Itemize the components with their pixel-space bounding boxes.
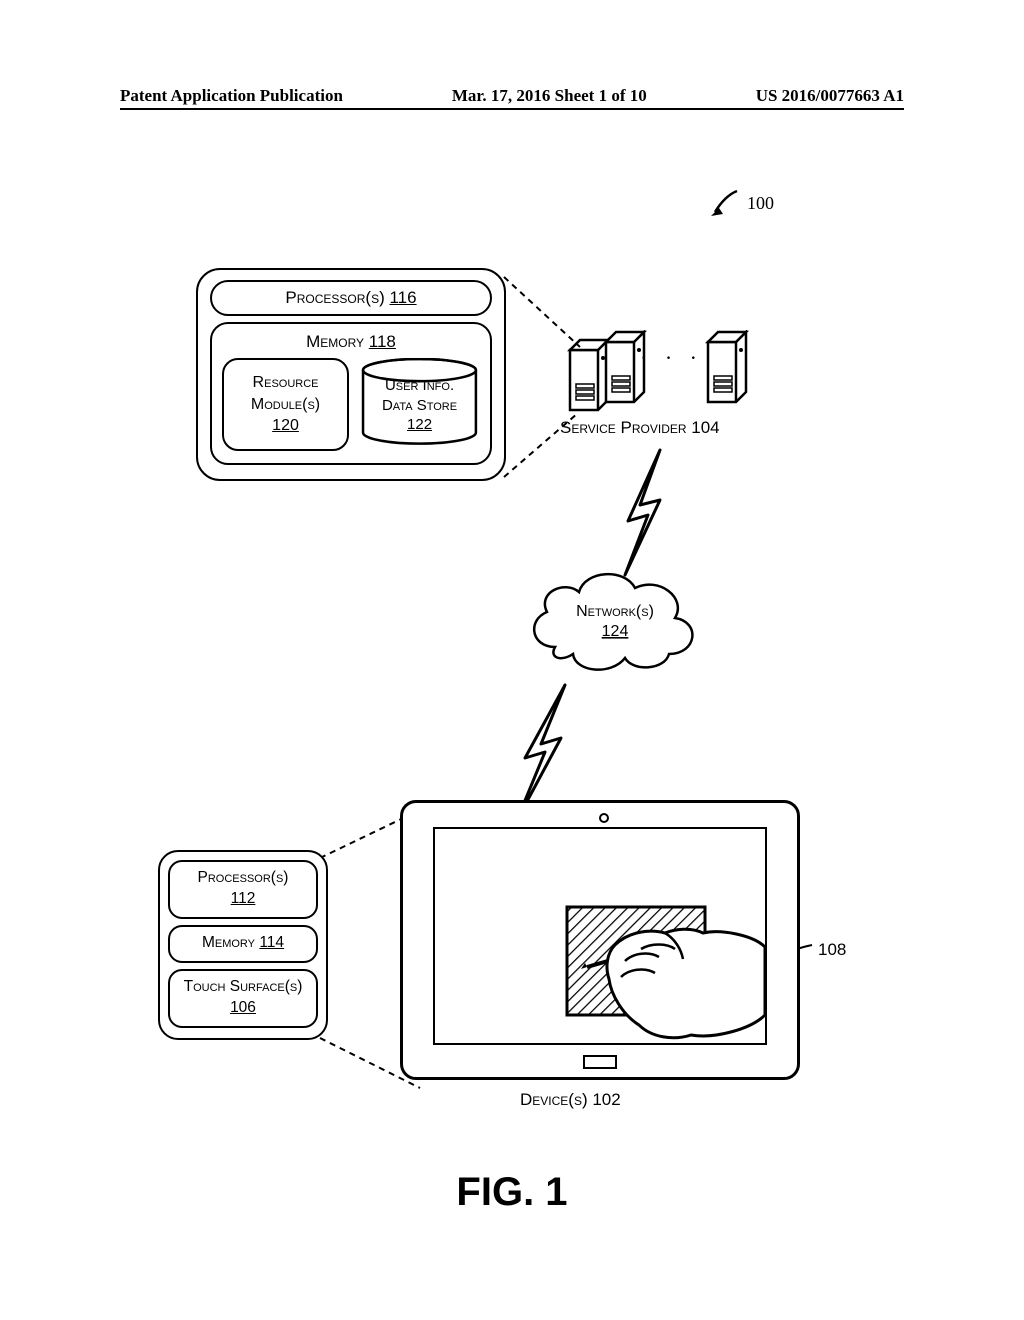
devices-label: Device(s) 102: [520, 1090, 621, 1110]
ref-100: 100: [709, 188, 774, 218]
data-store-ref: 122: [382, 415, 457, 435]
tablet-home-button-icon: [583, 1055, 617, 1069]
figure-label: FIG. 1: [0, 1170, 1024, 1215]
data-store-cylinder: User Info. Data Store 122: [359, 358, 480, 444]
figure-diagram: 100 Processor(s) 116 Memory 118 Resource…: [120, 150, 904, 1150]
header-rule: [120, 108, 904, 110]
data-store-l2: Data Store: [382, 396, 457, 416]
network-label: Network(s): [576, 603, 654, 620]
processor-device-label: Processor(s): [172, 868, 314, 889]
device-callout: Processor(s) 112 Memory 114 Touch Surfac…: [158, 850, 328, 1040]
memory-device-ref: 114: [259, 934, 284, 951]
resource-module-ref: 120: [272, 415, 299, 437]
hand-pen-icon: [555, 889, 775, 1049]
memory-server-ref: 118: [369, 332, 396, 351]
resource-module-label: Resource Module(s): [232, 372, 339, 415]
processor-device-box: Processor(s) 112: [168, 860, 318, 919]
network-ref: 124: [602, 623, 629, 640]
memory-server-box: Memory 118 Resource Module(s) 120 User I…: [210, 322, 492, 465]
processor-server-box: Processor(s) 116: [210, 280, 492, 316]
header-center: Mar. 17, 2016 Sheet 1 of 10: [452, 86, 647, 106]
memory-device-box: Memory 114: [168, 925, 318, 963]
processor-device-ref: 112: [172, 889, 314, 910]
data-store-l1: User Info.: [382, 376, 457, 396]
touch-surface-ref: 106: [172, 998, 314, 1019]
touch-surface-box: Touch Surface(s) 106: [168, 969, 318, 1028]
network-cloud: Network(s) 124: [525, 562, 705, 687]
lead-108-number: 108: [818, 940, 846, 960]
touch-surface-label: Touch Surface(s): [172, 977, 314, 998]
hand-with-pen: [555, 889, 755, 1039]
header-right: US 2016/0077663 A1: [756, 86, 904, 106]
ellipsis: · · ·: [640, 345, 703, 371]
cloud-icon: Network(s) 124: [525, 562, 705, 682]
resource-module-box: Resource Module(s) 120: [222, 358, 349, 451]
callout-lines-server: [490, 265, 610, 485]
processor-server-ref: 116: [389, 288, 416, 307]
memory-device-label: Memory: [202, 934, 255, 951]
server-callout: Processor(s) 116 Memory 118 Resource Mod…: [196, 268, 506, 481]
tablet-camera-icon: [599, 813, 609, 823]
ref-100-number: 100: [747, 193, 774, 214]
page-header: Patent Application Publication Mar. 17, …: [120, 86, 904, 106]
header-left: Patent Application Publication: [120, 86, 343, 106]
arrow-curve-icon: [709, 188, 739, 218]
memory-server-label: Memory: [306, 332, 364, 351]
processor-server-label: Processor(s): [285, 288, 384, 307]
tablet-screen: [433, 827, 767, 1045]
tablet-device: [400, 800, 800, 1080]
